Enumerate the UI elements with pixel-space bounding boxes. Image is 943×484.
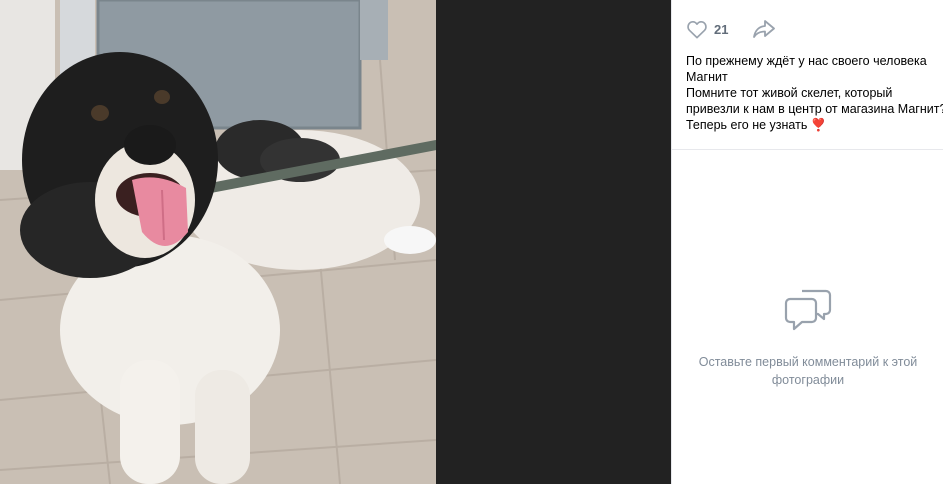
like-count: 21 [714, 21, 729, 37]
post-actions: 21 [686, 16, 776, 42]
description-line: Помните тот живой скелет, который [686, 86, 893, 100]
photo-area[interactable] [0, 0, 671, 484]
divider [672, 149, 943, 150]
dog-photo-image [0, 0, 436, 484]
empty-text-line: фотографии [771, 373, 845, 387]
photo-sidebar: 21 По прежнему ждёт у нас своего человек… [671, 0, 943, 484]
comments-empty-state: Оставьте первый комментарий к этой фотог… [672, 288, 943, 389]
empty-text-line: Оставьте первый комментарий к этой [698, 355, 918, 369]
description-line: привезли к нам в центр от магазина Магни… [686, 102, 943, 116]
description-line: По прежнему ждёт у нас своего человека [686, 54, 927, 68]
photo-viewer: 21 По прежнему ждёт у нас своего человек… [0, 0, 943, 484]
like-button[interactable]: 21 [686, 19, 728, 39]
comments-empty-text: Оставьте первый комментарий к этой фотог… [672, 353, 943, 389]
dog-photo[interactable] [0, 0, 436, 484]
share-button[interactable] [752, 19, 776, 39]
heart-outline-icon [687, 20, 707, 39]
description-line: Магнит [686, 70, 728, 84]
share-arrow-icon [753, 20, 776, 38]
description-line: Теперь его не узнать ❣️ [686, 118, 827, 132]
speech-bubbles-icon [784, 289, 832, 331]
post-description: По прежнему ждёт у нас своего человека М… [686, 53, 943, 133]
